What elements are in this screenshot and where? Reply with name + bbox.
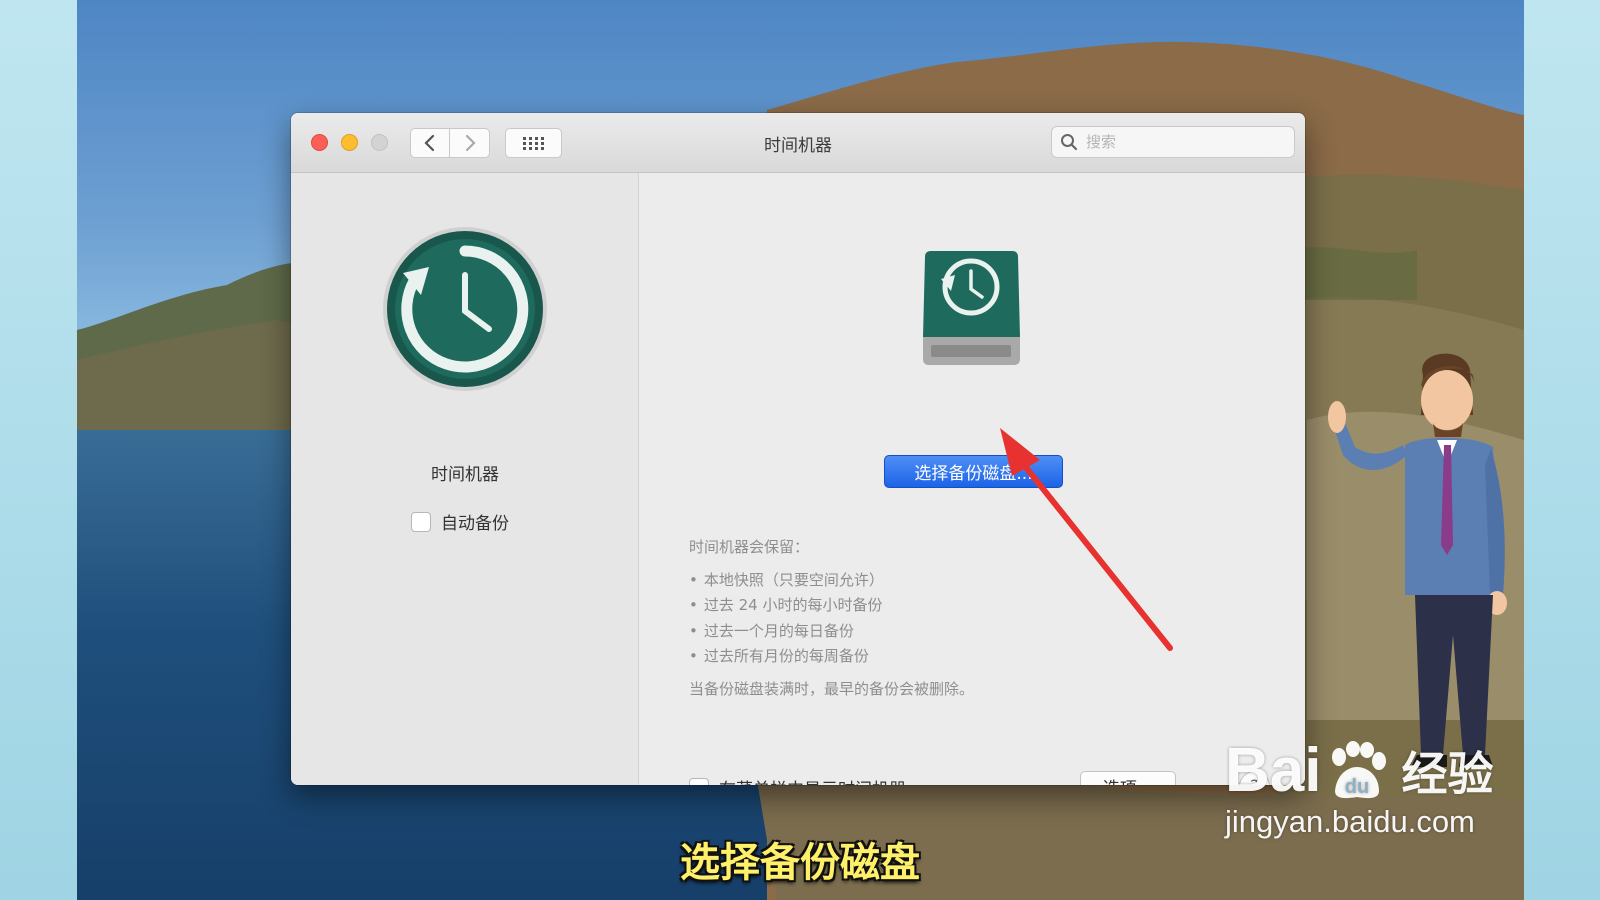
title-bar: 时间机器 <box>291 113 1305 173</box>
time-machine-icon <box>383 227 547 391</box>
backup-disk-icon <box>923 251 1020 365</box>
right-margin <box>1524 0 1600 900</box>
presenter-character <box>1328 353 1507 767</box>
retention-info: 时间机器会保留： 本地快照（只要空间允许） 过去 24 小时的每小时备份 过去一… <box>689 535 974 702</box>
show-in-menubar-label: 在菜单栏中显示时间机器 <box>719 775 906 785</box>
left-margin <box>0 0 77 900</box>
list-item: 过去所有月份的每周备份 <box>689 644 974 670</box>
search-field[interactable] <box>1051 126 1295 158</box>
app-label: 时间机器 <box>431 465 499 485</box>
auto-backup-label: 自动备份 <box>441 514 509 534</box>
show-in-menubar-checkbox[interactable] <box>689 777 709 785</box>
search-icon <box>1061 134 1078 151</box>
options-button[interactable]: 选项... <box>1080 771 1176 785</box>
video-subtitle: 选择备份磁盘 <box>680 840 920 886</box>
paw-icon: du <box>1332 740 1387 798</box>
annotation-arrow <box>1000 428 1173 651</box>
show-in-menubar-option[interactable]: 在菜单栏中显示时间机器 <box>689 775 906 785</box>
info-heading: 时间机器会保留： <box>689 538 810 556</box>
auto-backup-option[interactable]: 自动备份 <box>411 509 509 534</box>
list-item: 过去 24 小时的每小时备份 <box>689 593 974 619</box>
watermark-brand-right: 经验 <box>1401 746 1494 801</box>
main-pane: 选择备份磁盘... 时间机器会保留： 本地快照（只要空间允许） 过去 24 小时… <box>639 173 1305 785</box>
watermark-logo: Bai du 经验 <box>1225 735 1493 806</box>
svg-text:du: du <box>1345 776 1369 798</box>
watermark-brand-left: Bai <box>1225 736 1322 805</box>
sidebar: 时间机器 自动备份 <box>291 173 639 785</box>
auto-backup-checkbox[interactable] <box>411 511 431 532</box>
list-item: 过去一个月的每日备份 <box>689 619 974 645</box>
list-item: 本地快照（只要空间允许） <box>689 568 974 594</box>
baidu-watermark: Bai du 经验 jingyan.baidu.com <box>1225 735 1493 840</box>
info-note: 当备份磁盘装满时，最早的备份会被删除。 <box>689 679 975 698</box>
info-list: 本地快照（只要空间允许） 过去 24 小时的每小时备份 过去一个月的每日备份 过… <box>689 568 974 670</box>
search-input[interactable] <box>1086 133 1276 151</box>
